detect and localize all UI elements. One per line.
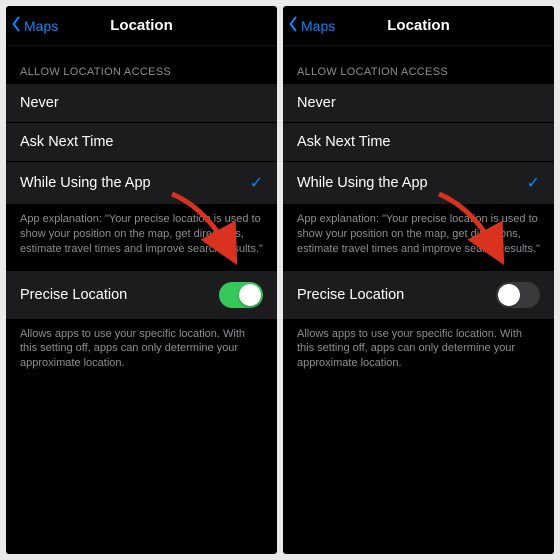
precise-footer-text: Allows apps to use your specific locatio… xyxy=(6,320,277,386)
back-label: Maps xyxy=(301,18,335,34)
navbar: Maps Location xyxy=(283,6,554,46)
option-while-using[interactable]: While Using the App ✓ xyxy=(6,162,277,205)
option-label: Never xyxy=(20,95,59,111)
precise-location-toggle[interactable] xyxy=(496,282,540,308)
back-button[interactable]: Maps xyxy=(283,16,335,35)
precise-location-label: Precise Location xyxy=(20,287,127,303)
option-while-using[interactable]: While Using the App ✓ xyxy=(283,162,554,205)
precise-footer-text: Allows apps to use your specific locatio… xyxy=(283,320,554,386)
settings-screen-right: Maps Location Allow Location Access Neve… xyxy=(283,6,554,554)
option-label: Ask Next Time xyxy=(297,134,390,150)
option-label: Ask Next Time xyxy=(20,134,113,150)
option-never[interactable]: Never xyxy=(283,84,554,123)
settings-screen-left: Maps Location Allow Location Access Neve… xyxy=(6,6,277,554)
option-label: While Using the App xyxy=(297,175,428,191)
option-never[interactable]: Never xyxy=(6,84,277,123)
back-button[interactable]: Maps xyxy=(6,16,58,35)
navbar: Maps Location xyxy=(6,6,277,46)
explanation-text: App explanation: "Your precise location … xyxy=(6,205,277,271)
back-label: Maps xyxy=(24,18,58,34)
toggle-knob xyxy=(498,284,520,306)
section-header: Allow Location Access xyxy=(283,46,554,84)
section-header: Allow Location Access xyxy=(6,46,277,84)
precise-location-toggle[interactable] xyxy=(219,282,263,308)
option-label: While Using the App xyxy=(20,175,151,191)
checkmark-icon: ✓ xyxy=(250,173,263,193)
option-ask-next-time[interactable]: Ask Next Time xyxy=(283,123,554,162)
option-label: Never xyxy=(297,95,336,111)
toggle-knob xyxy=(239,284,261,306)
precise-location-row[interactable]: Precise Location xyxy=(6,271,277,320)
checkmark-icon: ✓ xyxy=(527,173,540,193)
precise-location-row[interactable]: Precise Location xyxy=(283,271,554,320)
explanation-text: App explanation: "Your precise location … xyxy=(283,205,554,271)
precise-location-label: Precise Location xyxy=(297,287,404,303)
option-ask-next-time[interactable]: Ask Next Time xyxy=(6,123,277,162)
chevron-left-icon xyxy=(287,16,299,35)
chevron-left-icon xyxy=(10,16,22,35)
